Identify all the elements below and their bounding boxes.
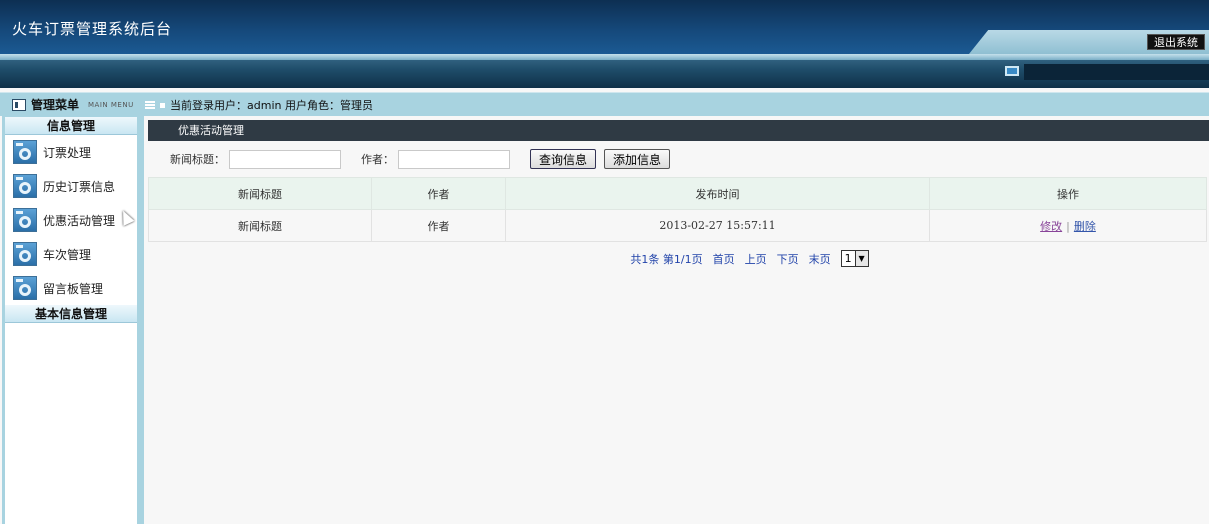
sidebar-item-label: 车次管理: [43, 247, 92, 262]
action-separator: |: [1066, 219, 1070, 233]
nav-bar-stripe: [0, 54, 1209, 60]
author-search-input[interactable]: [398, 149, 510, 169]
cell-author: 作者: [371, 209, 506, 242]
query-button[interactable]: 查询信息: [530, 149, 597, 169]
cell-actions: 修改 | 删除: [929, 209, 1207, 242]
sidebar-item-label: 留言板管理: [43, 281, 104, 296]
data-table: 新闻标题 作者 发布时间 操作 新闻标题 作者 2013-02-27 15:57…: [148, 177, 1207, 242]
sidebar-item-promotion[interactable]: 优惠活动管理: [5, 203, 137, 237]
delete-link[interactable]: 删除: [1074, 220, 1096, 233]
main-panel: 优惠活动管理 新闻标题： 作者： 查询信息 添加信息 新闻标题 作者 发布时间 …: [148, 120, 1209, 524]
author-field-label: 作者：: [361, 153, 394, 166]
logout-button[interactable]: 退出系统: [1147, 34, 1205, 50]
sidebar-item-booking[interactable]: 订票处理: [5, 135, 137, 169]
table-header-row: 新闻标题 作者 发布时间 操作: [148, 177, 1207, 210]
settings-gear-icon: [13, 208, 37, 232]
edit-link[interactable]: 修改: [1040, 220, 1062, 233]
column-header-title: 新闻标题: [148, 177, 372, 210]
top-banner: 火车订票管理系统后台 退出系统: [0, 0, 1209, 54]
column-header-author: 作者: [371, 177, 506, 210]
title-search-input[interactable]: [229, 149, 341, 169]
app-title: 火车订票管理系统后台: [12, 20, 173, 38]
pager-first[interactable]: 首页: [713, 251, 735, 267]
settings-gear-icon: [13, 140, 37, 164]
panel-title: 优惠活动管理: [148, 120, 1209, 141]
sidebar-item-history[interactable]: 历史订票信息: [5, 169, 137, 203]
pagination: 共1条 第1/1页 首页 上页 下页 末页 1 ▼: [148, 250, 1209, 267]
sidebar-item-trains[interactable]: 车次管理: [5, 237, 137, 271]
sidebar-item-label: 订票处理: [43, 145, 92, 160]
cell-time: 2013-02-27 15:57:11: [505, 209, 930, 242]
sidebar-item-messages[interactable]: 留言板管理: [5, 271, 137, 305]
settings-gear-icon: [13, 242, 37, 266]
pager-next[interactable]: 下页: [777, 251, 799, 267]
menu-header: 管理菜单 MAIN MENU: [12, 96, 155, 113]
menu-subtitle: MAIN MENU: [88, 100, 134, 109]
chevron-down-icon: ▼: [854, 251, 868, 266]
monitor-icon: [1005, 66, 1019, 76]
login-info: 当前登录用户：admin 用户角色：管理员: [160, 97, 373, 113]
menu-toggle-icon[interactable]: [144, 100, 155, 109]
pager-prev[interactable]: 上页: [745, 251, 767, 267]
login-text: 当前登录用户：admin 用户角色：管理员: [170, 99, 373, 112]
pager-last[interactable]: 末页: [809, 251, 831, 267]
pager-total: 共1条: [630, 252, 660, 266]
table-row: 新闻标题 作者 2013-02-27 15:57:11 修改 | 删除: [148, 209, 1207, 242]
column-header-time: 发布时间: [505, 177, 930, 210]
sidebar: 信息管理 订票处理 历史订票信息 优惠活动管理 车次管理 留言板管理 基本信息管…: [2, 116, 144, 524]
add-button[interactable]: 添加信息: [604, 149, 671, 169]
pager-page-info: 第1/1页: [662, 252, 703, 266]
column-header-actions: 操作: [929, 177, 1207, 210]
pager-summary: 共1条 第1/1页: [630, 251, 702, 267]
page-select[interactable]: 1 ▼: [840, 250, 869, 267]
sidebar-item-label: 历史订票信息: [43, 179, 116, 194]
menu-group-info[interactable]: 信息管理: [5, 117, 137, 135]
sidebar-item-label: 优惠活动管理: [43, 213, 116, 228]
cell-title: 新闻标题: [148, 209, 372, 242]
search-bar: 新闻标题： 作者： 查询信息 添加信息: [148, 141, 1209, 177]
menu-group-basic[interactable]: 基本信息管理: [5, 305, 137, 323]
sidebar-menu: 信息管理 订票处理 历史订票信息 优惠活动管理 车次管理 留言板管理 基本信息管…: [5, 117, 137, 524]
settings-gear-icon: [13, 276, 37, 300]
title-field-label: 新闻标题：: [170, 153, 225, 166]
menu-title: 管理菜单: [31, 98, 80, 112]
menu-icon: [12, 98, 26, 111]
bullet-icon: [160, 102, 165, 108]
nav-bar-dark-panel: [1024, 64, 1209, 80]
settings-gear-icon: [13, 174, 37, 198]
page-select-value: 1: [844, 252, 852, 265]
